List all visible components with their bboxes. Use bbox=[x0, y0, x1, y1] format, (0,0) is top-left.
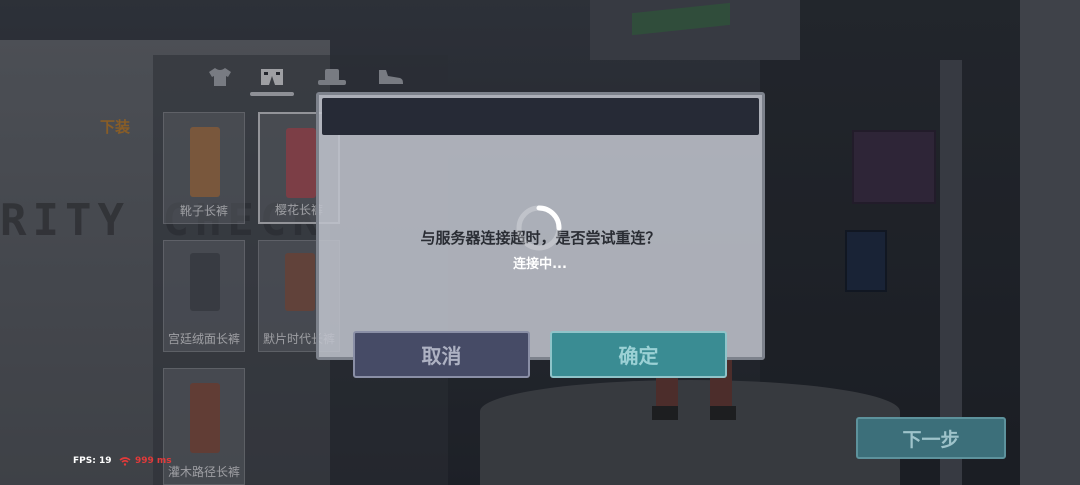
next-step-button[interactable]: 下一步 bbox=[856, 417, 1006, 459]
confirm-button[interactable]: 确定 bbox=[550, 331, 727, 378]
wifi-icon bbox=[119, 456, 131, 466]
dialog-header bbox=[322, 98, 759, 135]
ping-value: 999 ms bbox=[135, 456, 172, 466]
fps-counter: FPS: 19 bbox=[73, 456, 112, 466]
loading-spinner-icon bbox=[516, 205, 562, 251]
loading-text: 连接中... bbox=[513, 257, 567, 272]
network-status: 999 ms bbox=[119, 456, 172, 466]
cancel-button[interactable]: 取消 bbox=[353, 331, 530, 378]
